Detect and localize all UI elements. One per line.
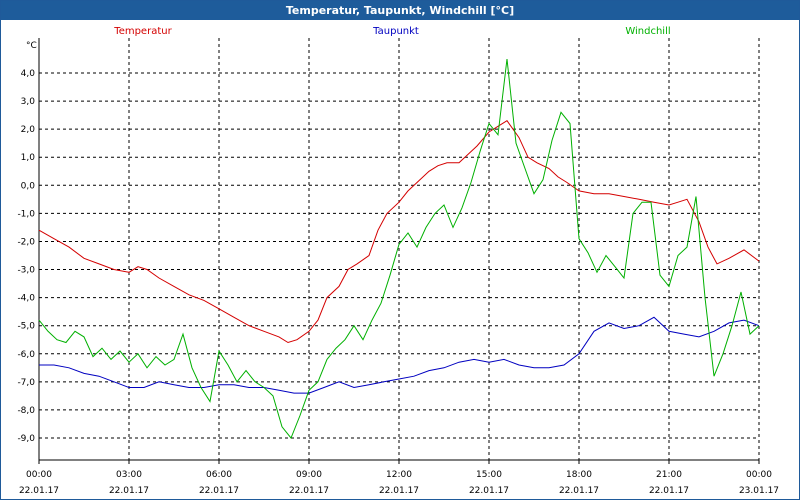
y-tick-label: 4,0 [21,69,36,79]
y-tick-label: -9,0 [17,434,35,444]
y-tick-label: -8,0 [17,406,35,416]
legend-entry-taupunkt: Taupunkt [372,26,419,37]
chart-canvas: 4,0 3,0 2,0 1,0 0,0 -1,0 -2,0 -3,0 -4,0 -5,0 -6,0 -… [17,26,779,496]
y-axis-unit-label: °C [26,41,37,51]
y-tick-label: -1,0 [17,209,35,219]
tick-labels: 4,0 3,0 2,0 1,0 0,0 -1,0 -2,0 -3,0 -4,0 -5,0 -6,0 -… [17,41,779,496]
x-tick-date-label: 23.01.17 [739,486,779,496]
legend-entry-windchill: Windchill [625,26,670,37]
x-tick-time-label: 15:00 [476,470,502,480]
x-tick-time-label: 18:00 [566,470,592,480]
y-tick-label: -6,0 [17,350,35,360]
x-tick-time-label: 03:00 [116,470,142,480]
y-tick-label: 0,0 [21,181,36,191]
x-tick-date-label: 22.01.17 [559,486,599,496]
y-tick-label: 1,0 [21,153,36,163]
y-tick-label: -7,0 [17,378,35,388]
y-tick-label: -2,0 [17,237,35,247]
x-tick-date-label: 22.01.17 [199,486,239,496]
y-tick-label: 2,0 [21,125,36,135]
x-tick-time-label: 06:00 [206,470,232,480]
x-tick-date-label: 22.01.17 [469,486,509,496]
x-tick-date-label: 22.01.17 [289,486,329,496]
y-tick-label: 3,0 [21,97,36,107]
x-tick-time-label: 09:00 [296,470,322,480]
y-tick-label: -4,0 [17,294,35,304]
x-tick-date-label: 22.01.17 [109,486,149,496]
x-tick-date-label: 22.01.17 [649,486,689,496]
legend: Temperatur Taupunkt Windchill [113,26,670,37]
x-tick-time-label: 00:00 [746,470,772,480]
x-tick-time-label: 00:00 [26,470,52,480]
x-tick-date-label: 22.01.17 [19,486,59,496]
y-tick-label: -3,0 [17,266,35,276]
grid [39,38,760,460]
x-tick-date-label: 22.01.17 [379,486,419,496]
y-tick-label: -5,0 [17,322,35,332]
legend-entry-temperatur: Temperatur [113,26,172,37]
x-tick-time-label: 21:00 [656,470,682,480]
x-tick-time-label: 12:00 [386,470,412,480]
